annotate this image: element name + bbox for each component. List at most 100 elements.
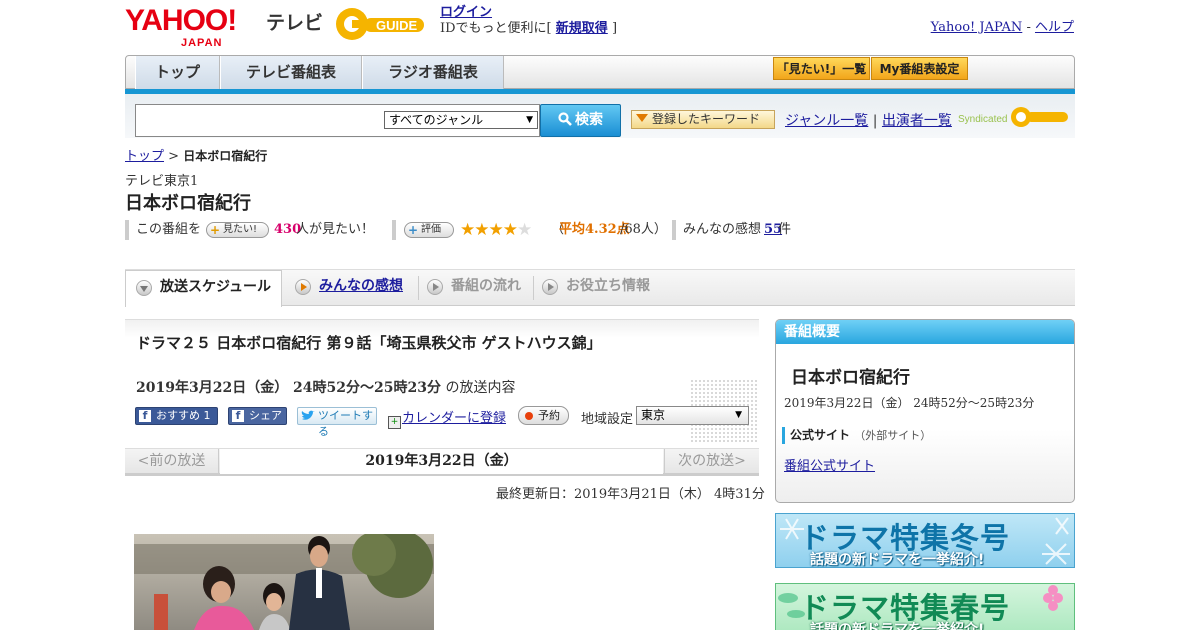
yahoo-japan-link[interactable]: Yahoo! JAPAN [931, 20, 1023, 35]
list-links: ジャンル一覧 | 出演者一覧 [785, 110, 952, 130]
tab-label: お役立ち情報 [566, 278, 650, 294]
episode-title: ドラマ２５ 日本ボロ宿紀行 第９話「埼玉県秩父市 ゲストハウス錦」 [136, 334, 602, 352]
triangle-down-icon [636, 114, 648, 122]
facebook-icon: f [232, 410, 244, 422]
facebook-recommend-button[interactable]: f おすすめ 1 [135, 407, 218, 425]
tab-circle-icon [295, 279, 311, 295]
star-icon: ★ [474, 220, 489, 240]
next-broadcast-link[interactable]: 次の放送> [664, 449, 759, 474]
program-summary-box: 番組概要 [775, 319, 1075, 503]
breadcrumb-current: 日本ボロ宿紀行 [183, 149, 268, 163]
drama-spring-banner[interactable]: ドラマ特集春号 話題の新ドラマを一挙紹介! [775, 583, 1075, 630]
tweet-button[interactable]: ツイートする [297, 407, 377, 438]
signup-link[interactable]: 新規取得 [556, 21, 608, 36]
nav-tab-radio-schedule[interactable]: ラジオ番組表 [362, 56, 504, 89]
want-list-button[interactable]: 「見たい!」一覧 [773, 57, 870, 80]
main-nav: トップ テレビ番組表 ラジオ番組表 「見たい!」一覧 My番組表設定 [125, 55, 1075, 89]
region-select[interactable]: 東京 ▼ [636, 406, 749, 425]
registered-keyword-label: 登録したキーワード [652, 112, 761, 126]
rating-count: /68人） [620, 222, 667, 237]
episode-photo-image [134, 534, 434, 630]
facebook-share-button[interactable]: f シェア [228, 407, 287, 425]
episode-date: 2019年3月22日（金） 24時52分～25時23分 の放送内容 [136, 377, 515, 397]
rate-button[interactable]: + 評価 [404, 222, 454, 238]
japan-logo-text: JAPAN [181, 37, 223, 49]
episode-date-suffix: の放送内容 [445, 380, 516, 396]
banner-winter-subtitle: 話題の新ドラマを一挙紹介! [810, 552, 985, 568]
recommend-count: 1 [203, 409, 211, 422]
genre-list-link[interactable]: ジャンル一覧 [785, 113, 868, 129]
official-site-label: 公式サイト [790, 428, 851, 442]
chevron-down-icon: ▼ [526, 115, 533, 125]
syndicated-gguide-logo: Syndicated [958, 106, 1070, 128]
reserve-label: 予約 [538, 409, 560, 422]
official-site-link[interactable]: 番組公式サイト [784, 455, 875, 474]
plus-icon: + [408, 223, 419, 237]
calendar-icon: + [388, 416, 401, 429]
tab-broadcast-schedule[interactable]: 放送スケジュール [125, 270, 282, 307]
star-icon: ★ [488, 220, 504, 240]
program-stats: この番組を + 見たい! 430 人が見たい！ + 評価 ★★★★★ （ 平均4… [125, 220, 1075, 240]
gguide-logo[interactable]: GUIDE [334, 6, 434, 42]
star-icon: ★ [502, 220, 518, 240]
facebook-icon: f [139, 410, 151, 422]
tab-useful-info[interactable]: お役立ち情報 [532, 270, 672, 306]
gguide-logo-icon: GUIDE [336, 8, 424, 40]
top-link-separator: - [1026, 20, 1031, 35]
plus-icon: + [210, 223, 221, 237]
tab-circle-icon [136, 280, 152, 296]
rate-button-label: 評価 [421, 224, 441, 235]
search-icon [558, 112, 572, 126]
help-link[interactable]: ヘルプ [1035, 20, 1074, 35]
login-link[interactable]: ログイン [440, 5, 492, 20]
cast-list-link[interactable]: 出演者一覧 [882, 113, 952, 129]
login-note: IDでもっと便利に[ [440, 21, 552, 36]
share-label: シェア [249, 409, 282, 422]
twitter-bird-icon [301, 410, 315, 420]
nav-tab-top[interactable]: トップ [135, 56, 220, 89]
last-updated: 最終更新日：2019年3月21日（木） 4時31分 [496, 487, 765, 502]
top-links: Yahoo! JAPAN - ヘルプ [931, 16, 1074, 35]
recommend-label: おすすめ [156, 409, 200, 422]
breadcrumb-separator: > [168, 149, 180, 164]
tab-impressions[interactable]: みんなの感想 [285, 270, 419, 306]
tab-label: 放送スケジュール [160, 279, 272, 295]
breadcrumb-top-link[interactable]: トップ [125, 149, 164, 164]
search-button-label: 検索 [575, 112, 603, 128]
tab-circle-icon [427, 279, 443, 295]
episode-photo [134, 534, 434, 630]
nav-tab-tv-schedule[interactable]: テレビ番組表 [220, 56, 362, 89]
tab-label: みんなの感想 [319, 278, 403, 294]
banner-spring-subtitle: 話題の新ドラマを一挙紹介! [810, 622, 985, 630]
tv-label: テレビ [266, 13, 324, 34]
search-button[interactable]: 検索 [540, 104, 621, 137]
want-button-label: 見たい! [223, 224, 258, 235]
tab-program-flow[interactable]: 番組の流れ [417, 270, 534, 306]
login-box: ログイン IDでもっと便利に[ 新規取得 ] [440, 5, 617, 37]
episode-datetime: 2019年3月22日（金） 24時52分～25時23分 [136, 380, 441, 396]
impressions-suffix: 件 [778, 222, 792, 237]
summary-date: 2019年3月22日（金） 24時52分～25時23分 [784, 396, 1035, 410]
my-schedule-button[interactable]: My番組表設定 [871, 57, 968, 80]
broadcast-pager: <前の放送 2019年3月22日（金） 次の放送> [125, 448, 759, 476]
reserve-button[interactable]: 予約 [518, 406, 569, 425]
registered-keyword-button[interactable]: 登録したキーワード [631, 110, 775, 129]
calendar-register-link[interactable]: カレンダーに登録 [402, 411, 506, 426]
want-suffix: 人が見たい！ [296, 222, 375, 237]
tab-circle-icon [542, 279, 558, 295]
stats-divider [125, 220, 129, 240]
want-to-watch-button[interactable]: + 見たい! [206, 222, 269, 238]
star-icon: ★ [517, 220, 532, 240]
genre-select[interactable]: すべてのジャンル ▼ [384, 111, 538, 129]
stats-divider [672, 220, 676, 240]
record-dot-icon [525, 412, 533, 420]
yahoo-japan-logo[interactable]: YAHOO! JAPAN [125, 6, 237, 50]
prev-broadcast-link[interactable]: <前の放送 [125, 449, 219, 474]
program-tabs: 放送スケジュール みんなの感想 番組の流れ お役立ち情報 [125, 270, 1075, 307]
signup-close: ] [611, 21, 618, 36]
drama-winter-banner[interactable]: ドラマ特集冬号 話題の新ドラマを一挙紹介! [775, 513, 1075, 568]
calendar-register[interactable]: + カレンダーに登録 [388, 407, 506, 429]
official-site-note: （外部サイト） [854, 429, 932, 442]
official-site-heading: 公式サイト （外部サイト） [782, 427, 931, 444]
breadcrumb: トップ > 日本ボロ宿紀行 [125, 145, 267, 164]
